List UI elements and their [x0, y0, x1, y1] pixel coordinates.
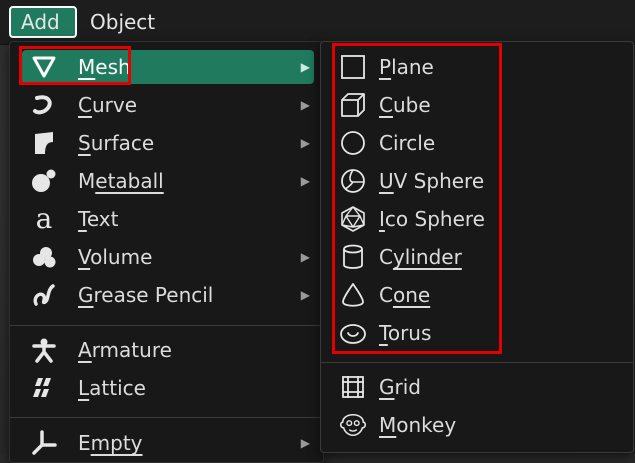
uv-sphere-icon	[339, 168, 367, 194]
menu-item-armature[interactable]: Armature	[22, 333, 314, 367]
text-icon: a	[30, 206, 58, 232]
surface-icon	[30, 130, 58, 156]
submenu-arrow-icon: ▶	[300, 250, 310, 264]
submenu-arrow-icon: ▶	[300, 436, 310, 450]
menu-item-text[interactable]: a Text	[22, 202, 314, 236]
submenu-item-torus[interactable]: Torus	[329, 316, 625, 350]
menu-add[interactable]: Add	[9, 6, 77, 38]
cube-icon	[339, 92, 367, 118]
plane-icon	[339, 54, 367, 80]
lattice-icon	[30, 375, 58, 401]
menu-separator	[321, 362, 633, 363]
cone-icon	[339, 282, 367, 308]
metaball-icon	[30, 168, 58, 194]
cylinder-icon	[339, 244, 367, 270]
menu-item-grease-pencil[interactable]: Grease Pencil ▶	[22, 278, 314, 312]
ico-sphere-icon	[339, 206, 367, 232]
add-menu: Mesh ▶ Curve ▶ Surface ▶ Metaball ▶ a Te…	[9, 41, 324, 463]
menu-item-curve[interactable]: Curve ▶	[22, 88, 314, 122]
volume-icon	[30, 244, 58, 270]
submenu-arrow-icon: ▶	[300, 98, 310, 112]
submenu-arrow-icon: ▶	[300, 174, 310, 188]
menu-item-mesh[interactable]: Mesh ▶	[22, 50, 314, 84]
submenu-arrow-icon: ▶	[300, 288, 310, 302]
mesh-icon	[30, 54, 58, 80]
torus-icon	[339, 320, 367, 346]
curve-icon	[30, 92, 58, 118]
submenu-item-cube[interactable]: Cube	[329, 88, 625, 122]
mesh-submenu: Plane Cube Circle UV Sphere Ico Sphere C…	[320, 41, 634, 453]
menu-item-metaball[interactable]: Metaball ▶	[22, 164, 314, 198]
submenu-item-uv-sphere[interactable]: UV Sphere	[329, 164, 625, 198]
menu-item-lattice[interactable]: Lattice	[22, 371, 314, 405]
menu-item-volume[interactable]: Volume ▶	[22, 240, 314, 274]
armature-icon	[30, 337, 58, 363]
menu-object[interactable]: Object	[80, 6, 165, 38]
header-menubar: Add Object	[0, 0, 635, 45]
submenu-arrow-icon: ▶	[300, 136, 310, 150]
submenu-item-plane[interactable]: Plane	[329, 50, 625, 84]
menu-item-surface[interactable]: Surface ▶	[22, 126, 314, 160]
submenu-arrow-icon: ▶	[300, 60, 310, 74]
menu-separator	[10, 325, 323, 326]
grid-icon	[339, 374, 367, 400]
monkey-icon	[339, 412, 367, 438]
submenu-item-ico-sphere[interactable]: Ico Sphere	[329, 202, 625, 236]
menu-item-empty[interactable]: Empty ▶	[22, 426, 314, 460]
grease-pencil-icon	[30, 282, 58, 308]
submenu-item-circle[interactable]: Circle	[329, 126, 625, 160]
submenu-item-cylinder[interactable]: Cylinder	[329, 240, 625, 274]
circle-icon	[339, 130, 367, 156]
submenu-item-grid[interactable]: Grid	[329, 370, 625, 404]
submenu-item-monkey[interactable]: Monkey	[329, 408, 625, 442]
menu-separator	[10, 417, 323, 418]
empty-icon	[30, 430, 58, 456]
submenu-item-cone[interactable]: Cone	[329, 278, 625, 312]
svg-text:a: a	[36, 206, 53, 232]
